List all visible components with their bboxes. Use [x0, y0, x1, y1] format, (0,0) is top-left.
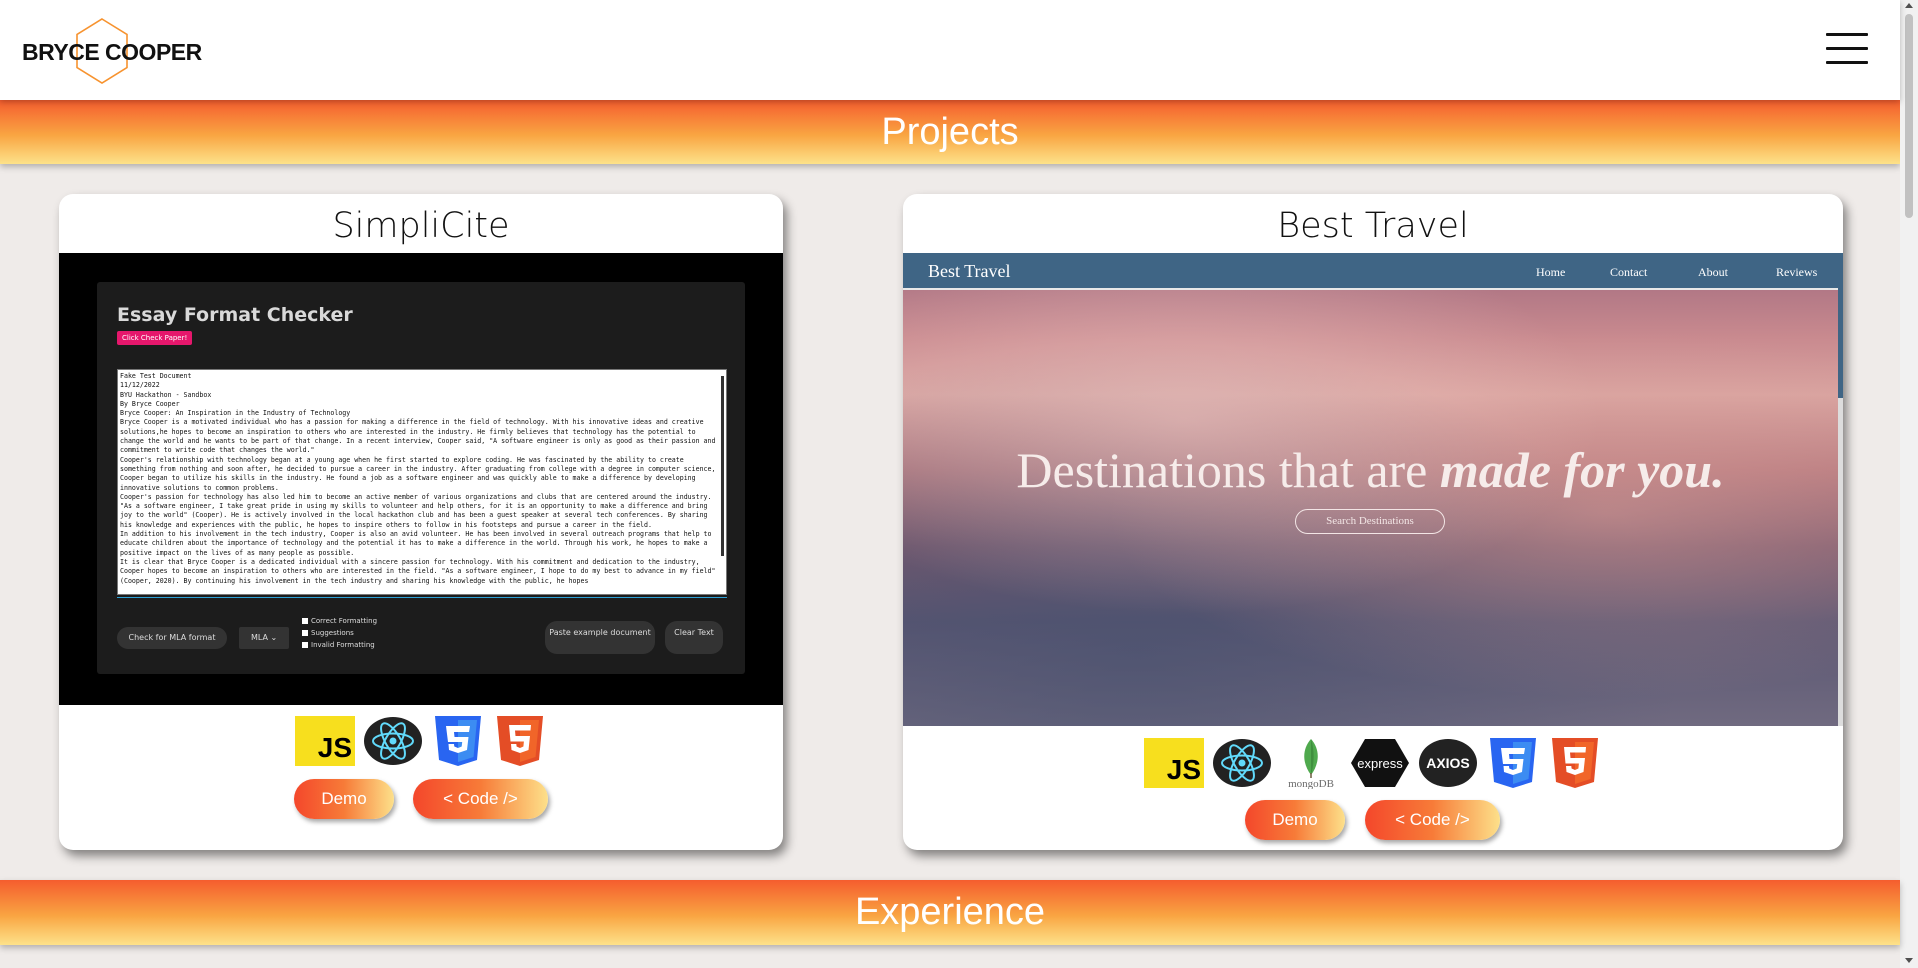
legend-item: Correct Formatting	[302, 615, 377, 627]
travel-brand: Best Travel	[928, 261, 1011, 281]
scroll-up-arrow-icon[interactable]	[1905, 3, 1913, 8]
project-title: Best Travel	[1277, 206, 1469, 246]
axios-label: AXIOS	[1426, 755, 1470, 771]
javascript-icon: JS	[1144, 738, 1204, 788]
search-destinations-button: Search Destinations	[1295, 509, 1445, 534]
html5-icon	[1552, 738, 1598, 788]
express-label: express	[1357, 756, 1403, 771]
react-icon	[364, 717, 422, 765]
page-scrollbar[interactable]	[1900, 0, 1918, 968]
legend-item: Suggestions	[302, 627, 377, 639]
logo[interactable]: BRYCE COOPER	[22, 18, 202, 84]
travel-hero-heading: Destinations that are made for you.	[903, 441, 1838, 499]
paste-example-button: Paste example document	[545, 621, 655, 654]
essay-checker-heading: Essay Format Checker	[117, 304, 353, 326]
check-mla-button: Check for MLA format	[117, 627, 227, 649]
logo-text: BRYCE COOPER	[22, 39, 202, 65]
format-select: MLA ⌄	[239, 627, 289, 649]
travel-nav-about: About	[1698, 265, 1728, 279]
hero-text: Destinations that are	[1016, 442, 1440, 498]
project-title: SimpliCite	[332, 206, 510, 246]
mongodb-label: mongoDB	[1288, 778, 1334, 789]
travel-nav-contact: Contact	[1610, 265, 1648, 279]
essay-checker-panel: Essay Format Checker Click Check Paper! …	[97, 282, 745, 674]
mongodb-icon: mongoDB	[1288, 739, 1334, 789]
textarea-underline	[117, 597, 727, 598]
axios-icon: AXIOS	[1419, 739, 1477, 787]
css3-icon	[1490, 738, 1536, 788]
legend-label: Correct Formatting	[311, 617, 378, 625]
view-code-button[interactable]: < Code />	[413, 779, 548, 819]
clear-text-button: Clear Text	[665, 621, 723, 654]
travel-site-navbar: Best Travel Home Contact About Reviews	[903, 253, 1838, 290]
javascript-icon: JS	[295, 716, 355, 766]
top-navigation-bar: BRYCE COOPER	[0, 0, 1900, 100]
view-code-button[interactable]: < Code />	[1365, 800, 1500, 840]
html5-icon	[497, 716, 543, 766]
format-select-value: MLA	[251, 633, 269, 642]
scrollbar-thumb[interactable]	[1905, 14, 1913, 218]
legend-label: Suggestions	[311, 629, 354, 637]
project-card-simplicite: SimpliCite Essay Format Checker Click Ch…	[59, 194, 783, 850]
travel-nav-reviews: Reviews	[1776, 265, 1818, 279]
project-screenshot: Essay Format Checker Click Check Paper! …	[59, 253, 783, 705]
react-icon	[1213, 739, 1271, 787]
legend-item: Invalid Formatting	[302, 639, 377, 651]
hero-emphasis: made for you.	[1439, 442, 1725, 498]
travel-nav-home: Home	[1536, 265, 1566, 279]
css3-icon	[435, 716, 481, 766]
legend-label: Invalid Formatting	[311, 641, 375, 649]
projects-section-header: Projects	[0, 100, 1900, 164]
essay-textarea: Fake Test Document 11/12/2022 BYU Hackat…	[117, 369, 727, 595]
demo-button[interactable]: Demo	[1245, 800, 1345, 840]
check-paper-badge: Click Check Paper!	[117, 331, 193, 345]
express-icon: express	[1351, 739, 1409, 787]
scroll-down-arrow-icon[interactable]	[1905, 958, 1913, 963]
project-card-best-travel: Best Travel Best Travel Home Contact Abo…	[903, 194, 1843, 850]
format-legend: Correct Formatting Suggestions Invalid F…	[302, 615, 377, 651]
demo-button[interactable]: Demo	[294, 779, 394, 819]
project-screenshot: Best Travel Home Contact About Reviews D…	[903, 253, 1843, 726]
experience-section-header: Experience	[0, 880, 1900, 945]
hamburger-menu-icon[interactable]	[1826, 33, 1868, 67]
preview-scrollbar	[1838, 253, 1843, 726]
tech-stack-icons: JS	[59, 715, 783, 767]
tech-stack-icons: JS mongoDB express AXIOS	[903, 737, 1843, 789]
